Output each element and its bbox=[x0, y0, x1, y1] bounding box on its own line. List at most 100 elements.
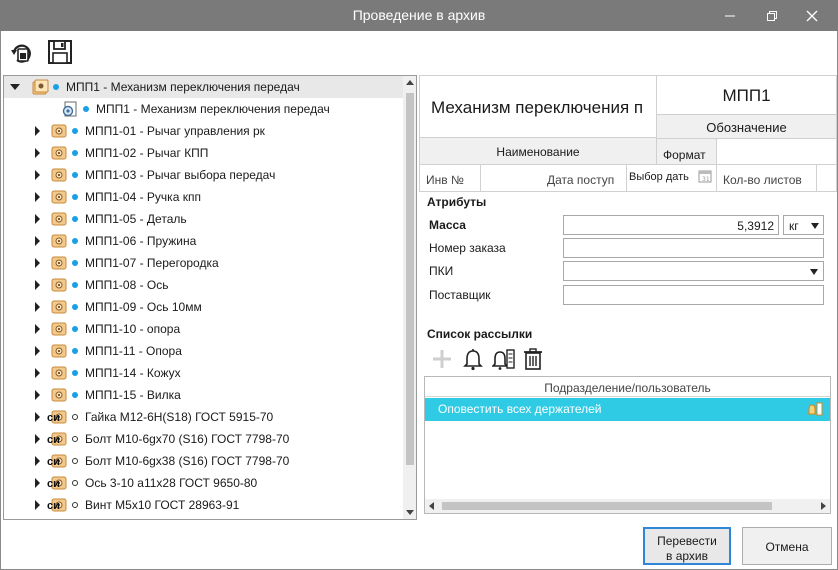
cancel-button[interactable]: Отмена bbox=[742, 527, 832, 565]
collapsed-arrow-icon[interactable] bbox=[32, 456, 42, 466]
tree-row-label: МПП1-08 - Ось bbox=[85, 278, 169, 292]
status-dot-filled bbox=[72, 326, 78, 332]
tree-row[interactable]: си Болт М10-6gx70 (S16) ГОСТ 7798-70 bbox=[4, 428, 404, 450]
collapsed-arrow-icon[interactable] bbox=[32, 324, 42, 334]
tree-row[interactable]: МПП1-09 - Ось 10мм bbox=[4, 296, 404, 318]
tree-row[interactable]: МПП1-02 - Рычаг КПП bbox=[4, 142, 404, 164]
notify-button[interactable] bbox=[462, 347, 484, 374]
sheet-count-cell[interactable]: Кол-во листов bbox=[716, 164, 817, 192]
collapsed-arrow-icon[interactable] bbox=[32, 434, 42, 444]
status-dot-filled bbox=[72, 348, 78, 354]
tree-row[interactable]: МПП1-08 - Ось bbox=[4, 274, 404, 296]
tree-row[interactable]: си Гайка М12-6Н(S18) ГОСТ 5915-70 bbox=[4, 406, 404, 428]
mailing-scroll-thumb[interactable] bbox=[442, 502, 772, 510]
scroll-up-icon[interactable] bbox=[403, 76, 417, 90]
tree-row[interactable]: МПП1 - Механизм переключения передач bbox=[4, 76, 404, 98]
tree-row-label: МПП1-15 - Вилка bbox=[85, 388, 181, 402]
collapsed-arrow-icon[interactable] bbox=[32, 500, 42, 510]
transfer-to-archive-button[interactable]: Перевести в архив bbox=[643, 527, 731, 565]
tree-row[interactable]: МПП1-04 - Ручка кпп bbox=[4, 186, 404, 208]
supplier-input[interactable] bbox=[563, 285, 824, 305]
pki-select[interactable] bbox=[563, 261, 824, 281]
tree-row[interactable]: си Ось 3-10 а11х28 ГОСТ 9650-80 bbox=[4, 472, 404, 494]
tree-row[interactable]: МПП1-11 - Опора bbox=[4, 340, 404, 362]
tree-row-label: МПП1 - Механизм переключения передач bbox=[66, 80, 300, 94]
notify-list-button[interactable] bbox=[491, 347, 516, 374]
tree-row[interactable]: МПП1-15 - Вилка bbox=[4, 384, 404, 406]
mass-unit-select[interactable]: кг bbox=[783, 215, 824, 235]
scroll-right-icon[interactable] bbox=[816, 499, 830, 513]
structure-tree[interactable]: МПП1 - Механизм переключения передач МПП1… bbox=[3, 75, 417, 520]
scroll-left-icon[interactable] bbox=[425, 499, 439, 513]
archive-button[interactable] bbox=[8, 39, 36, 67]
tree-vertical-scrollbar[interactable] bbox=[403, 76, 417, 519]
tree-row[interactable]: МПП1-05 - Деталь bbox=[4, 208, 404, 230]
name-label: Наименование bbox=[496, 145, 580, 159]
designation-value-cell[interactable]: МПП1 bbox=[656, 75, 837, 115]
status-dot-filled bbox=[72, 128, 78, 134]
collapsed-arrow-icon[interactable] bbox=[32, 170, 42, 180]
part-icon bbox=[51, 388, 67, 402]
expanded-arrow-icon[interactable] bbox=[10, 82, 20, 92]
mailing-row-selected[interactable]: Оповестить всех держателей bbox=[425, 398, 830, 421]
tree-row[interactable]: МПП1-03 - Рычаг выбора передач bbox=[4, 164, 404, 186]
chevron-down-icon bbox=[810, 269, 818, 275]
delete-button[interactable] bbox=[522, 347, 544, 374]
tree-row[interactable]: МПП1-14 - Кожух bbox=[4, 362, 404, 384]
tree-row[interactable]: МПП1-07 - Перегородка bbox=[4, 252, 404, 274]
tree-row-label: МПП1-10 - опора bbox=[85, 322, 181, 336]
tree-scroll-thumb[interactable] bbox=[406, 93, 414, 465]
status-dot-hollow bbox=[72, 502, 78, 508]
date-picker[interactable]: Выбор дать 31 bbox=[626, 164, 717, 192]
collapsed-arrow-icon[interactable] bbox=[32, 258, 42, 268]
collapsed-arrow-icon[interactable] bbox=[32, 192, 42, 202]
title-bar: Проведение в архив bbox=[0, 0, 838, 31]
order-number-input[interactable] bbox=[563, 238, 824, 258]
tree-row[interactable]: МПП1-10 - опора bbox=[4, 318, 404, 340]
format-label-cell: Формат bbox=[657, 139, 717, 164]
standard-item-badge: си bbox=[47, 500, 60, 512]
calendar-icon[interactable]: 31 bbox=[698, 169, 712, 183]
minimize-button[interactable] bbox=[714, 0, 746, 31]
tree-row[interactable]: МПП1-06 - Пружина bbox=[4, 230, 404, 252]
mailing-horizontal-scrollbar[interactable] bbox=[425, 499, 830, 513]
part-icon bbox=[51, 344, 67, 358]
name-value: Механизм переключения п bbox=[431, 98, 644, 117]
collapsed-arrow-icon[interactable] bbox=[32, 302, 42, 312]
collapsed-arrow-icon[interactable] bbox=[32, 346, 42, 356]
collapsed-arrow-icon[interactable] bbox=[32, 478, 42, 488]
tree-row[interactable]: си Винт М5х10 ГОСТ 28963-91 bbox=[4, 494, 404, 516]
tree-row-label: МПП1-09 - Ось 10мм bbox=[85, 300, 202, 314]
format-cell[interactable]: Формат bbox=[656, 138, 837, 165]
close-button[interactable] bbox=[796, 0, 828, 31]
collapsed-arrow-icon[interactable] bbox=[32, 412, 42, 422]
collapsed-arrow-icon[interactable] bbox=[32, 368, 42, 378]
scroll-down-icon[interactable] bbox=[403, 505, 417, 519]
tree-row[interactable]: МПП1-01 - Рычаг управления рк bbox=[4, 120, 404, 142]
holders-icon bbox=[807, 402, 823, 416]
save-button[interactable] bbox=[47, 39, 75, 67]
collapsed-arrow-icon[interactable] bbox=[32, 236, 42, 246]
name-value-cell[interactable]: Механизм переключения п bbox=[419, 75, 657, 138]
mailing-list-table[interactable]: Подразделение/пользователь Оповестить вс… bbox=[424, 376, 831, 514]
tree-row[interactable]: си Болт М10-6gx38 (S16) ГОСТ 7798-70 bbox=[4, 450, 404, 472]
tree-row[interactable]: МПП1 - Механизм переключения передач bbox=[4, 98, 404, 120]
part-icon bbox=[51, 366, 67, 380]
inv-number-cell[interactable]: Инв № bbox=[419, 164, 481, 192]
restore-button[interactable] bbox=[756, 0, 788, 31]
supplier-label: Поставщик bbox=[429, 288, 491, 302]
mass-input[interactable]: 5,3912 bbox=[563, 215, 779, 235]
collapsed-arrow-icon[interactable] bbox=[32, 390, 42, 400]
mailing-add-button[interactable] bbox=[430, 347, 454, 374]
status-dot-filled bbox=[72, 238, 78, 244]
collapsed-arrow-icon[interactable] bbox=[32, 280, 42, 290]
status-dot-filled bbox=[72, 370, 78, 376]
collapsed-arrow-icon[interactable] bbox=[32, 148, 42, 158]
status-dot-filled bbox=[72, 260, 78, 266]
standard-item-badge: си bbox=[47, 456, 60, 468]
collapsed-arrow-icon[interactable] bbox=[32, 126, 42, 136]
restore-icon bbox=[767, 11, 777, 21]
mass-unit-value: кг bbox=[789, 219, 799, 233]
collapsed-arrow-icon[interactable] bbox=[32, 214, 42, 224]
standard-item-badge: си bbox=[47, 412, 60, 424]
